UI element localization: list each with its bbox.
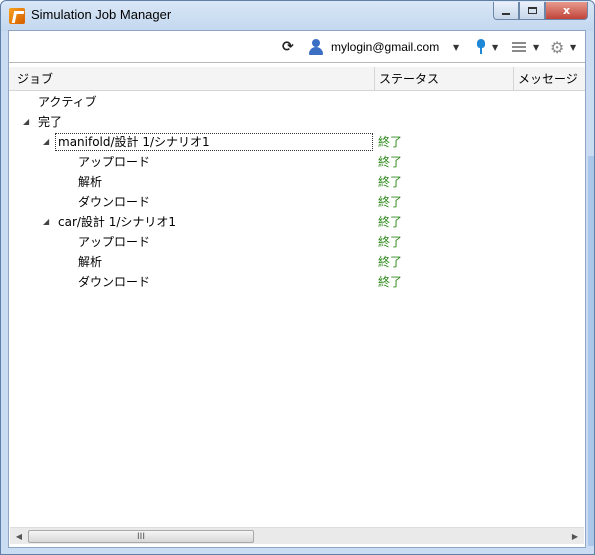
status-text: 終了 [378,155,403,169]
filter-dropdown-icon[interactable]: ▼ [492,39,498,55]
scrollbar-thumb[interactable]: III [28,530,254,543]
app-window: Simulation Job Manager x ⟳ mylogin@gmail… [0,0,595,555]
status-text: 終了 [378,175,403,189]
account-label[interactable]: mylogin@gmail.com [331,39,439,55]
status-text: 終了 [378,195,403,209]
expand-toggle-icon[interactable]: ◢ [43,132,53,152]
close-icon: x [562,4,571,17]
tree-row[interactable]: ◢ car/設計 1/シナリオ1 終了 [9,212,585,232]
status-text: 終了 [378,215,403,229]
column-header-job[interactable]: ジョブ [13,67,375,91]
scroll-right-icon[interactable]: ▶ [569,531,581,541]
tree-row-label: 解析 [78,175,103,189]
filter-icon[interactable] [476,39,486,55]
tree-row-label: アップロード [78,155,151,169]
horizontal-scrollbar[interactable]: ◀ III ▶ [10,527,584,544]
job-tree: アクティブ ◢ 完了 ◢ manifold/設計 1/シナリオ1 終了 アップロード 終了 解析… [9,92,585,292]
tree-row-label: car/設計 1/シナリオ1 [58,215,177,229]
tree-row[interactable]: ダウンロード 終了 [9,272,585,292]
status-text: 終了 [378,275,403,289]
close-button[interactable]: x [545,2,588,20]
tree-row-label: 解析 [78,255,103,269]
tree-row-label: ダウンロード [78,275,151,289]
minimize-button[interactable] [493,2,519,20]
window-title: Simulation Job Manager [31,7,172,22]
tree-row-label: アップロード [78,235,151,249]
tree-row-label: アクティブ [38,95,97,109]
column-header-status[interactable]: ステータス [375,67,514,91]
account-dropdown-icon[interactable]: ▼ [453,39,459,55]
tree-row[interactable]: 解析 終了 [9,252,585,272]
scroll-left-icon[interactable]: ◀ [13,531,25,541]
tree-row[interactable]: ◢ 完了 [9,112,585,132]
list-dropdown-icon[interactable]: ▼ [533,39,539,55]
expand-toggle-icon[interactable]: ◢ [43,212,53,232]
tree-row[interactable]: 解析 終了 [9,172,585,192]
minimize-icon [502,12,510,15]
tree-row-label: manifold/設計 1/シナリオ1 [58,135,210,149]
status-text: 終了 [378,135,403,149]
expand-toggle-icon[interactable]: ◢ [23,112,33,132]
tree-row[interactable]: アップロード 終了 [9,232,585,252]
toolbar: ⟳ mylogin@gmail.com ▼ ▼ ▼ ⚙ ▼ [9,31,585,63]
tree-row-label: 完了 [38,115,63,129]
column-header-message[interactable]: メッセージ [514,67,585,91]
tree-row-label: ダウンロード [78,195,151,209]
tree-row[interactable]: ダウンロード 終了 [9,192,585,212]
window-controls: x [493,2,588,22]
user-icon [308,39,324,55]
list-icon[interactable] [512,39,526,55]
tree-row[interactable]: ◢ manifold/設計 1/シナリオ1 終了 [9,132,585,152]
app-logo-icon [9,8,25,24]
grid-header: ジョブ ステータス メッセージ [9,67,585,91]
refresh-icon[interactable]: ⟳ [282,39,294,55]
window-edge [588,156,594,546]
gear-dropdown-icon[interactable]: ▼ [570,39,576,55]
client-area: ⟳ mylogin@gmail.com ▼ ▼ ▼ ⚙ ▼ ジョブ ステータス … [8,30,586,548]
maximize-icon [527,7,537,14]
gear-icon[interactable]: ⚙ [550,38,564,57]
tree-row[interactable]: アクティブ [9,92,585,112]
status-text: 終了 [378,235,403,249]
maximize-button[interactable] [519,2,545,20]
tree-row[interactable]: アップロード 終了 [9,152,585,172]
title-bar[interactable]: Simulation Job Manager x [1,1,594,31]
status-text: 終了 [378,255,403,269]
